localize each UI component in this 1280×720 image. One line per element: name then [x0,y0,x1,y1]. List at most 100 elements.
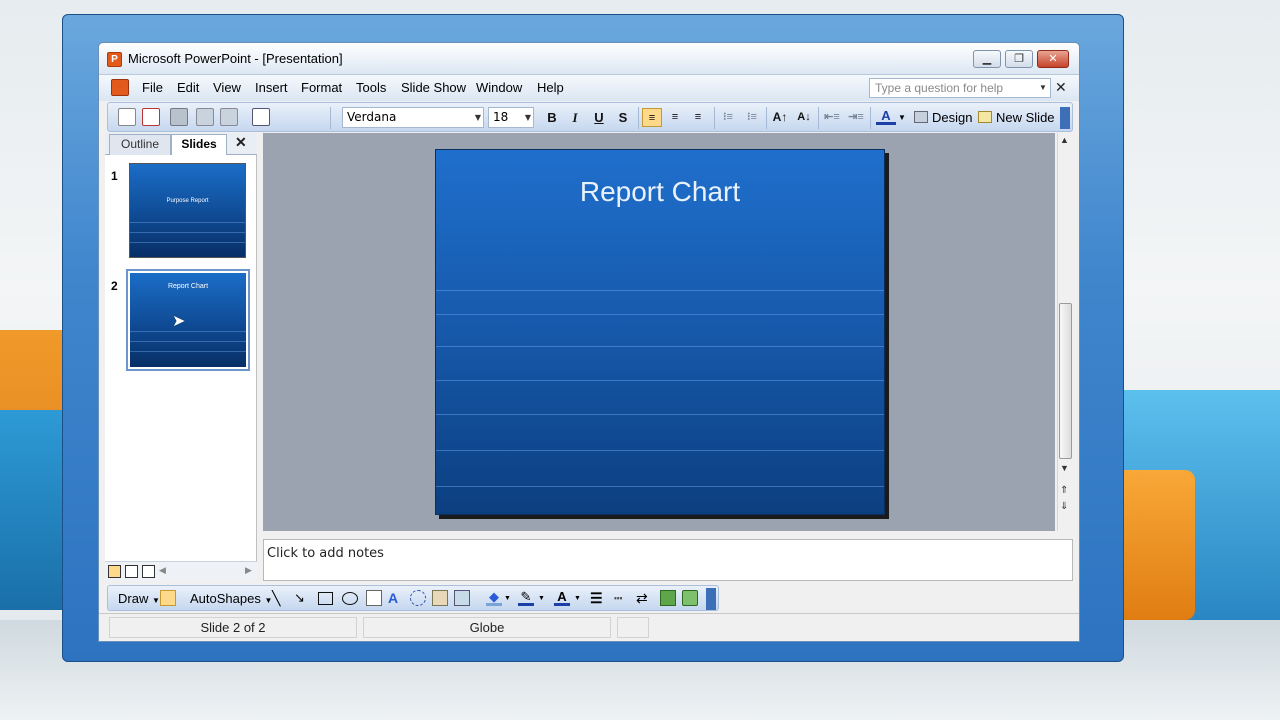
draw-menu-button[interactable]: Draw ▼ [118,591,160,606]
toolbar-options-icon[interactable] [1060,107,1070,129]
select-objects-icon[interactable] [160,590,176,606]
oval-icon[interactable] [342,592,358,605]
paste-icon[interactable] [220,108,238,126]
numbering-button[interactable]: ⁝≡ [718,108,738,127]
slides-panel: Outline Slides ✕ 1 Purpose Report 2 Repo… [105,133,257,581]
italic-button[interactable]: I [565,108,585,127]
shadow-style-icon[interactable] [660,590,676,606]
dash-style-icon[interactable]: ┅ [614,590,630,606]
toolbar-options-icon[interactable] [706,588,716,610]
powerpoint-icon[interactable]: P [107,52,122,67]
wordart-icon[interactable]: A [388,590,404,606]
font-color-icon[interactable]: A [554,590,570,606]
decrease-indent-button[interactable]: ⇤≡ [822,108,842,127]
bulleted-list-icon: ⁝≡ [747,111,757,123]
minimize-button[interactable]: ▁ [973,50,1001,68]
scroll-down-icon[interactable]: ▼ [1060,463,1069,473]
font-name-select[interactable]: Verdana ▼ [342,107,484,128]
menu-file[interactable]: File [142,80,163,95]
status-bar: Slide 2 of 2 Globe [99,613,1079,641]
arrow-icon[interactable]: ↘ [294,590,310,606]
menu-format[interactable]: Format [301,80,342,95]
slide-title[interactable]: Report Chart [436,176,884,208]
menu-insert[interactable]: Insert [255,80,288,95]
slide-show-icon[interactable] [142,565,155,578]
line-color-icon[interactable]: ✎ [518,590,534,606]
new-slide-button[interactable]: New Slide [996,110,1055,125]
title-bar[interactable]: P Microsoft PowerPoint - [Presentation] … [99,43,1079,75]
decrease-font-button[interactable]: A↓ [794,108,814,127]
document-close-icon[interactable]: ✕ [1055,79,1067,96]
decorative-line [436,414,884,415]
bold-button[interactable]: B [542,108,562,127]
chevron-down-icon[interactable]: ▼ [898,113,906,122]
font-name-value: Verdana [347,110,397,124]
scroll-up-icon[interactable]: ▲ [1060,135,1069,145]
increase-font-button[interactable]: A↑ [770,108,790,127]
line-style-icon[interactable]: ☰ [590,590,606,606]
numbered-list-icon: ⁝≡ [723,111,733,123]
panel-tabs: Outline Slides ✕ [105,133,257,155]
line-icon[interactable]: ╲ [272,590,288,606]
arrow-style-icon[interactable]: ⇄ [636,590,652,606]
chevron-down-icon[interactable]: ▼ [574,595,581,602]
next-slide-icon[interactable]: ⇓ [1060,501,1068,512]
scroll-thumb[interactable] [1059,303,1072,459]
font-color-button[interactable]: A [876,108,896,125]
text-box-icon[interactable] [366,590,382,606]
font-size-select[interactable]: 18 ▼ [488,107,534,128]
menu-edit[interactable]: Edit [177,80,199,95]
design-template-status: Globe [363,617,611,638]
restore-button[interactable]: ❐ [1005,50,1033,68]
slide-thumbnail[interactable]: Purpose Report [129,163,246,258]
scroll-right-icon[interactable]: ▶ [245,565,252,576]
bullets-button[interactable]: ⁝≡ [742,108,762,127]
chevron-down-icon[interactable]: ▼ [1039,83,1047,92]
permission-icon[interactable] [142,108,160,126]
align-right-button[interactable]: ≡ [688,108,708,127]
fill-color-icon[interactable]: ◆ [486,590,502,606]
previous-slide-icon[interactable]: ⇑ [1060,485,1068,496]
design-icon [914,111,928,123]
normal-view-icon[interactable] [108,565,121,578]
increase-indent-button[interactable]: ⇥≡ [846,108,866,127]
slide-thumbnail-selected[interactable]: Report Chart ➤ [126,269,250,371]
insert-picture-icon[interactable] [454,590,470,606]
copy-icon[interactable] [196,108,214,126]
chevron-down-icon: ▼ [151,596,160,605]
vertical-scrollbar[interactable]: ▲ ▼ ⇑ ⇓ [1057,133,1073,531]
menu-slide-show[interactable]: Slide Show [401,80,466,95]
rectangle-icon[interactable] [318,592,333,605]
new-document-icon[interactable] [118,108,136,126]
scroll-left-icon[interactable]: ◀ [159,565,166,576]
insert-table-icon[interactable] [252,108,270,126]
tab-slides[interactable]: Slides [171,134,227,155]
print-icon[interactable] [170,108,188,126]
decorative-line [130,331,246,332]
notes-pane[interactable]: Click to add notes [263,539,1073,581]
shadow-button[interactable]: S [613,108,633,127]
help-search-input[interactable]: Type a question for help [869,78,1051,98]
close-icon[interactable]: ✕ [235,134,247,151]
slide-sorter-icon[interactable] [125,565,138,578]
3d-style-icon[interactable] [682,590,698,606]
menu-help[interactable]: Help [537,80,564,95]
menu-window[interactable]: Window [476,80,522,95]
autoshapes-menu-button[interactable]: AutoShapes ▼ [190,591,272,606]
current-slide[interactable]: Report Chart [435,149,885,515]
chevron-down-icon[interactable]: ▼ [538,595,545,602]
close-button[interactable]: ✕ [1037,50,1069,68]
chevron-down-icon: ▼ [474,113,481,122]
menu-tools[interactable]: Tools [356,80,386,95]
clip-art-icon[interactable] [432,590,448,606]
decorative-line [130,242,245,243]
tab-outline[interactable]: Outline [109,134,171,155]
align-left-button[interactable]: ≡ [642,108,662,127]
diagram-icon[interactable] [410,590,426,606]
align-center-button[interactable]: ≡ [665,108,685,127]
chevron-down-icon[interactable]: ▼ [504,595,511,602]
document-icon[interactable] [111,79,129,96]
underline-button[interactable]: U [589,108,609,127]
menu-view[interactable]: View [213,80,241,95]
design-button[interactable]: Design [932,110,972,125]
